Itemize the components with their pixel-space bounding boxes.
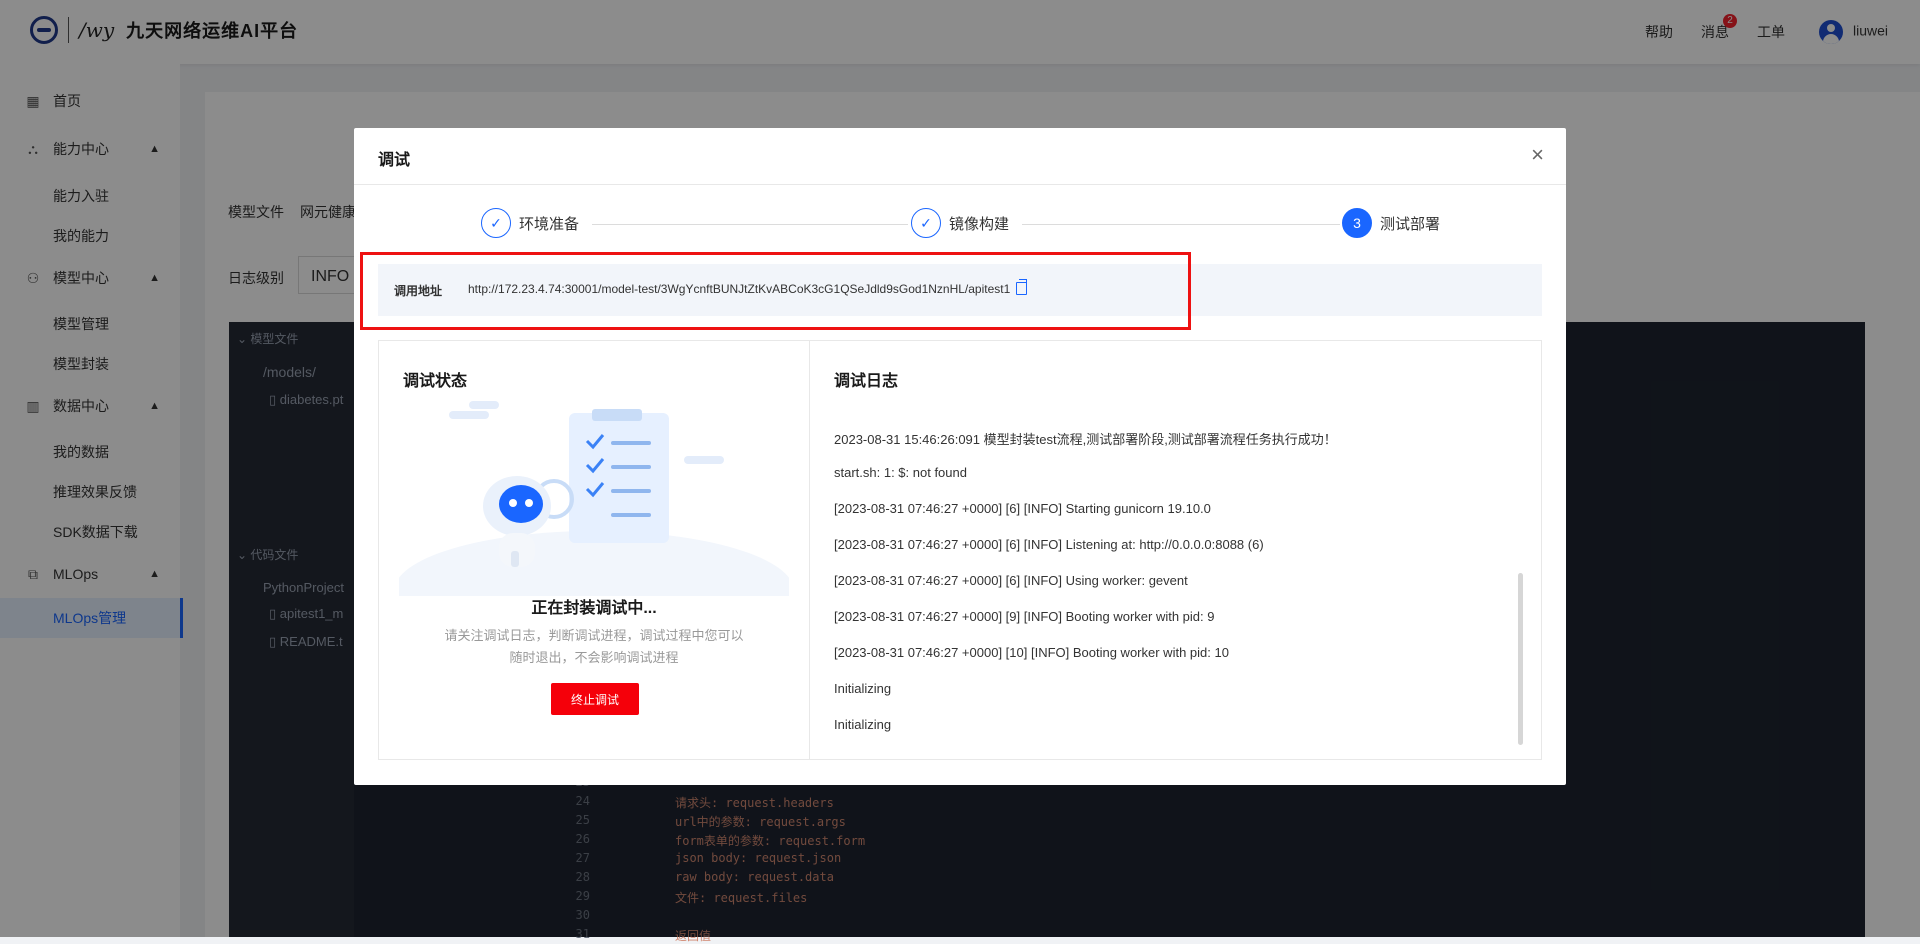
debug-status-message: 正在封装调试中... (531, 600, 657, 617)
step-label: 镜像构建 (949, 215, 1010, 233)
step-label: 测试部署 (1380, 215, 1441, 233)
debug-modal: 调试 × ✓ 环境准备 ✓ 镜像构建 3 测试部署 调用地址 http://17… (354, 128, 1566, 785)
log-line: start.sh: 1: $: not found (834, 465, 967, 480)
close-icon[interactable]: × (1531, 142, 1544, 168)
stop-debug-button[interactable]: 终止调试 (551, 683, 639, 715)
log-line: [2023-08-31 07:46:27 +0000] [10] [INFO] … (834, 645, 1229, 660)
modal-title: 调试 (378, 152, 411, 169)
step-number-badge: 3 (1342, 208, 1372, 238)
log-line: Initializing (834, 717, 892, 732)
log-line: Initializing (834, 681, 892, 696)
step-image-build: ✓ 镜像构建 (911, 208, 1009, 238)
step-env-prep: ✓ 环境准备 (481, 208, 579, 238)
step-connector (1022, 224, 1340, 225)
check-icon: ✓ (911, 208, 941, 238)
debug-log-title: 调试日志 (834, 373, 899, 390)
log-line: [2023-08-31 07:46:27 +0000] [9] [INFO] B… (834, 609, 1215, 624)
debug-log-panel[interactable]: 调试日志 2023-08-31 15:46:26:091 模型封装test流程,… (809, 340, 1542, 760)
modal-header: 调试 × (354, 128, 1566, 185)
log-line: 2023-08-31 15:46:26:091 模型封装test流程,测试部署阶… (834, 432, 1337, 447)
debug-status-panel: 调试状态 正在封装调试中... 请关注调试日志，判断调试进程，调试过程中您可以随… (378, 340, 810, 760)
log-line: [2023-08-31 07:46:27 +0000] [6] [INFO] S… (834, 501, 1211, 516)
robot-illustration (399, 401, 789, 596)
log-line: [2023-08-31 07:46:27 +0000] [6] [INFO] L… (834, 537, 1264, 552)
log-scrollbar[interactable] (1518, 573, 1523, 745)
step-label: 环境准备 (519, 215, 580, 233)
step-connector (592, 224, 908, 225)
log-line: [2023-08-31 07:46:27 +0000] [6] [INFO] U… (834, 573, 1188, 588)
debug-status-title: 调试状态 (403, 373, 468, 390)
step-test-deploy: 3 测试部署 (1342, 208, 1440, 238)
check-icon: ✓ (481, 208, 511, 238)
debug-status-hint: 请关注调试日志，判断调试进程，调试过程中您可以随时退出，不会影响调试进程 (444, 628, 744, 665)
highlight-box (360, 252, 1191, 330)
